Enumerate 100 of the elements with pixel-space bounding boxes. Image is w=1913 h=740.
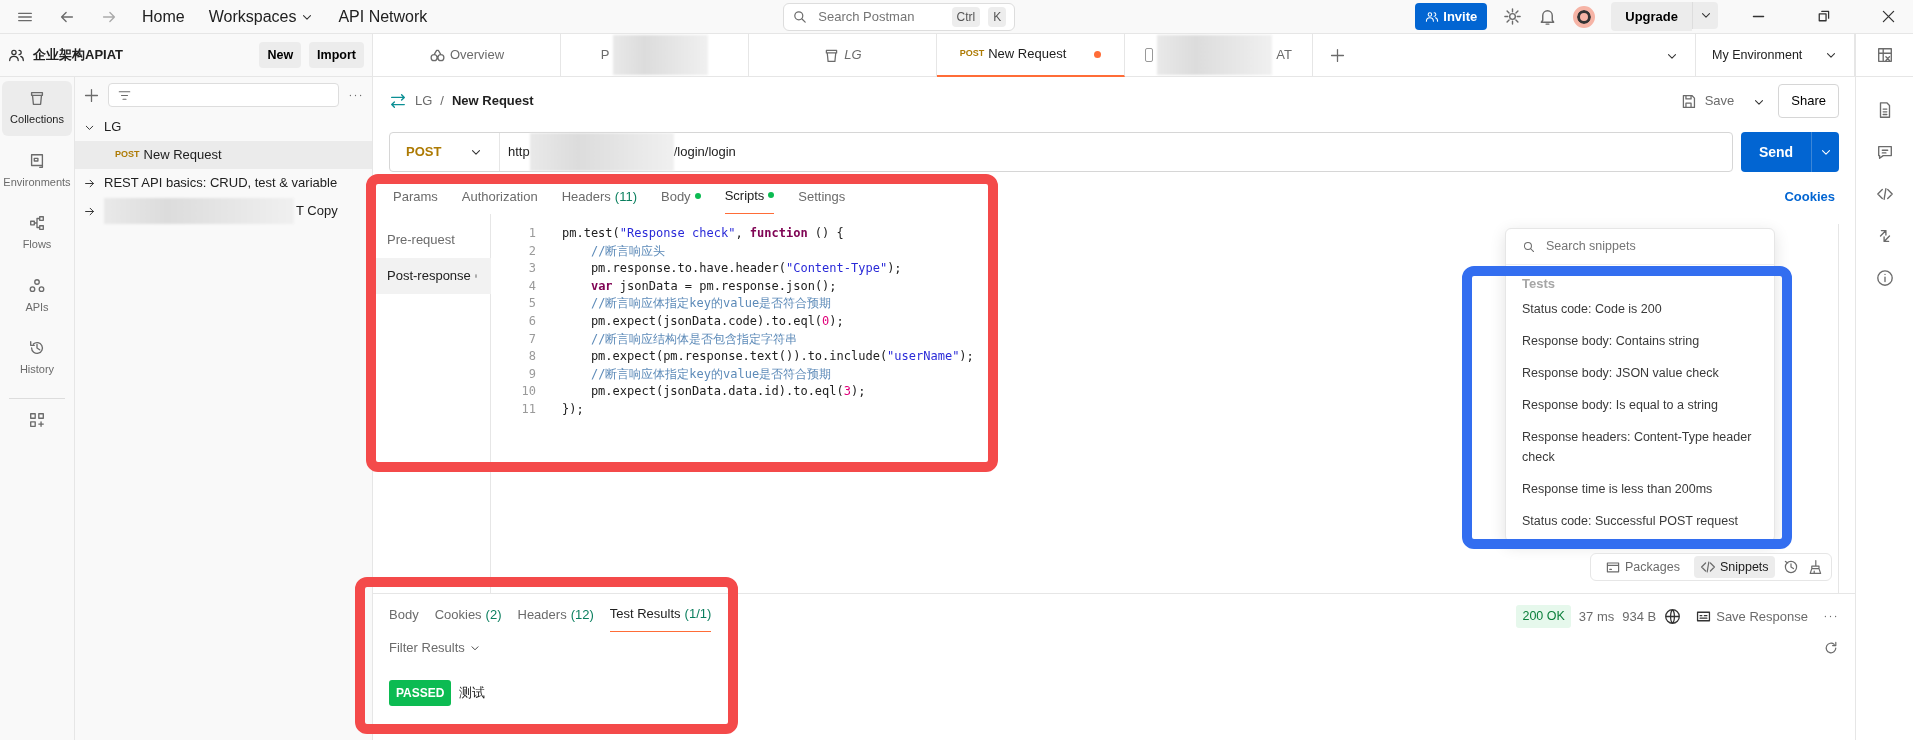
header-button[interactable]: Import <box>309 41 364 69</box>
nav-link[interactable]: Workspaces <box>208 4 315 29</box>
snippet-item[interactable]: Response body: Contains string <box>1506 325 1774 357</box>
snippet-item[interactable]: Response body: Is equal to a string <box>1506 389 1774 421</box>
tree-label: REST API basics: CRUD, test & variable <box>104 174 338 193</box>
environment-quick-look-icon[interactable] <box>1875 46 1894 64</box>
request-option-tab[interactable]: Scripts <box>724 185 775 214</box>
workspace-name: 企业架构APIAT <box>33 46 125 65</box>
line-number: 8 <box>527 348 536 366</box>
script-tab[interactable]: Pre-request <box>373 222 491 258</box>
method-label: POST <box>959 47 985 61</box>
shortcut-key: K <box>988 6 1007 27</box>
package-icon <box>1605 559 1621 575</box>
snippet-item[interactable]: Status code: Successful POST request <box>1506 505 1774 537</box>
request-tab[interactable]: P <box>561 33 749 77</box>
response-tab[interactable]: Test Results (1/1) <box>609 603 712 632</box>
response-size: 934 B <box>1622 607 1657 626</box>
code-icon <box>1699 559 1716 575</box>
breadcrumb-link[interactable]: LG <box>415 91 433 111</box>
http-icon <box>389 92 407 110</box>
request-option-tab[interactable]: Headers (11) <box>561 186 637 214</box>
history-icon <box>28 339 46 357</box>
response-tab[interactable]: Body <box>389 604 419 632</box>
request-tab[interactable]: POST New Request <box>937 33 1125 77</box>
add-user-icon <box>1425 9 1440 24</box>
request-title: New Request <box>451 92 534 111</box>
code-icon[interactable] <box>1875 185 1894 203</box>
line-number: 3 <box>527 260 536 278</box>
avatar-icon[interactable] <box>1573 5 1596 28</box>
method-label: POST <box>115 148 140 162</box>
tree-label: LG <box>104 118 122 137</box>
upgrade-button[interactable]: Upgrade <box>1611 1 1692 32</box>
script-tab[interactable]: Post-response <box>373 258 491 294</box>
settings-icon[interactable] <box>1503 7 1523 26</box>
filter-results-dropdown[interactable]: Filter Results <box>389 638 481 658</box>
snippet-item[interactable]: Response headers: Content-Type header check <box>1506 421 1774 473</box>
search-field[interactable]: Search Postman <box>816 5 944 28</box>
response-tab[interactable]: Cookies (2) <box>434 604 502 632</box>
environment-selector[interactable]: My Environment <box>1695 33 1855 77</box>
comment-icon[interactable] <box>1875 143 1894 161</box>
sidebar-tab[interactable]: Environments <box>2 143 72 198</box>
add-widget-icon[interactable] <box>28 410 46 429</box>
line-number: 7 <box>527 330 536 348</box>
nav-link[interactable]: Home <box>142 4 185 29</box>
share-button[interactable]: Share <box>1778 84 1839 118</box>
refresh-icon[interactable] <box>1823 639 1839 656</box>
sidebar-tab[interactable]: APIs <box>2 268 72 323</box>
info-icon[interactable] <box>1875 269 1894 287</box>
globe-icon[interactable] <box>1664 608 1682 626</box>
line-number: 5 <box>527 295 536 313</box>
clock-icon[interactable] <box>1782 559 1799 575</box>
cookies-link[interactable]: Cookies <box>1784 186 1835 214</box>
add-icon[interactable] <box>83 86 100 104</box>
save-response-button[interactable]: Save Response <box>1689 605 1814 628</box>
save-button[interactable]: Save <box>1673 90 1741 112</box>
close-icon[interactable] <box>1880 8 1897 25</box>
nav-link[interactable]: API Network <box>338 4 428 29</box>
new-tab-icon[interactable] <box>1329 47 1346 65</box>
sidebar-tab[interactable]: History <box>2 331 72 386</box>
code-line: pm.expect(pm.response.text()).to.include("userName"); <box>589 348 974 366</box>
snippet-search-field[interactable]: Search snippets <box>1544 236 1709 257</box>
snippet-item[interactable]: Status code: Code is 200 <box>1506 293 1774 325</box>
shortcut-key: Ctrl <box>951 6 981 27</box>
code-line: //断言响应体指定key的value是否符合预期 <box>589 365 832 383</box>
header-button[interactable]: New <box>259 41 302 69</box>
code-line: pm.expect(jsonData.code).to.eql(0); <box>589 312 844 330</box>
sidebar-tab[interactable]: Collections <box>2 81 72 136</box>
invite-button[interactable]: Invite <box>1415 2 1488 31</box>
line-number: 10 <box>520 383 536 401</box>
search-bar[interactable]: Search Postman Ctrl K <box>783 2 1016 31</box>
request-option-tab[interactable]: Params <box>393 186 438 214</box>
response-tab[interactable]: Headers (12) <box>517 604 594 632</box>
request-option-tab[interactable]: Settings <box>798 186 846 214</box>
snippet-item[interactable]: Response body: JSON value check <box>1506 357 1774 389</box>
request-tab[interactable]: AT <box>1125 33 1313 77</box>
toolbar-tab[interactable]: Packages <box>1599 555 1686 579</box>
test-name: 测试 <box>459 683 486 702</box>
sidebar-tab[interactable]: Flows <box>2 206 72 261</box>
code-line: }); <box>561 400 584 418</box>
line-number: 2 <box>527 242 536 260</box>
line-number: 6 <box>527 312 536 330</box>
snippet-item[interactable]: Response time is less than 200ms <box>1506 473 1774 505</box>
test-status-badge: PASSED <box>389 679 452 706</box>
line-number: 9 <box>527 365 536 383</box>
code-line: pm.response.to.have.header("Content-Type"); <box>589 260 902 278</box>
toolbar-tab[interactable]: Snippets <box>1693 555 1775 579</box>
tree-label: New Request <box>143 146 222 165</box>
search-icon <box>792 8 809 25</box>
request-option-tab[interactable]: Authorization <box>461 186 538 214</box>
section-heading: Tests <box>1521 275 1556 293</box>
line-number: 4 <box>527 277 536 295</box>
request-option-tab[interactable]: Body <box>661 186 701 214</box>
request-tab[interactable]: Overview <box>373 33 561 77</box>
send-button[interactable]: Send <box>1741 132 1811 172</box>
code-line: //断言响应体指定key的value是否符合预期 <box>589 295 832 313</box>
request-tab[interactable]: LG <box>749 33 937 77</box>
filter-field[interactable] <box>108 83 339 107</box>
tree-item-highlight[interactable]: POST New Request <box>75 141 372 169</box>
status-badge: 200 OK <box>1516 605 1571 628</box>
code-line: pm.expect(jsonData.data.id).to.eql(3); <box>589 383 866 401</box>
